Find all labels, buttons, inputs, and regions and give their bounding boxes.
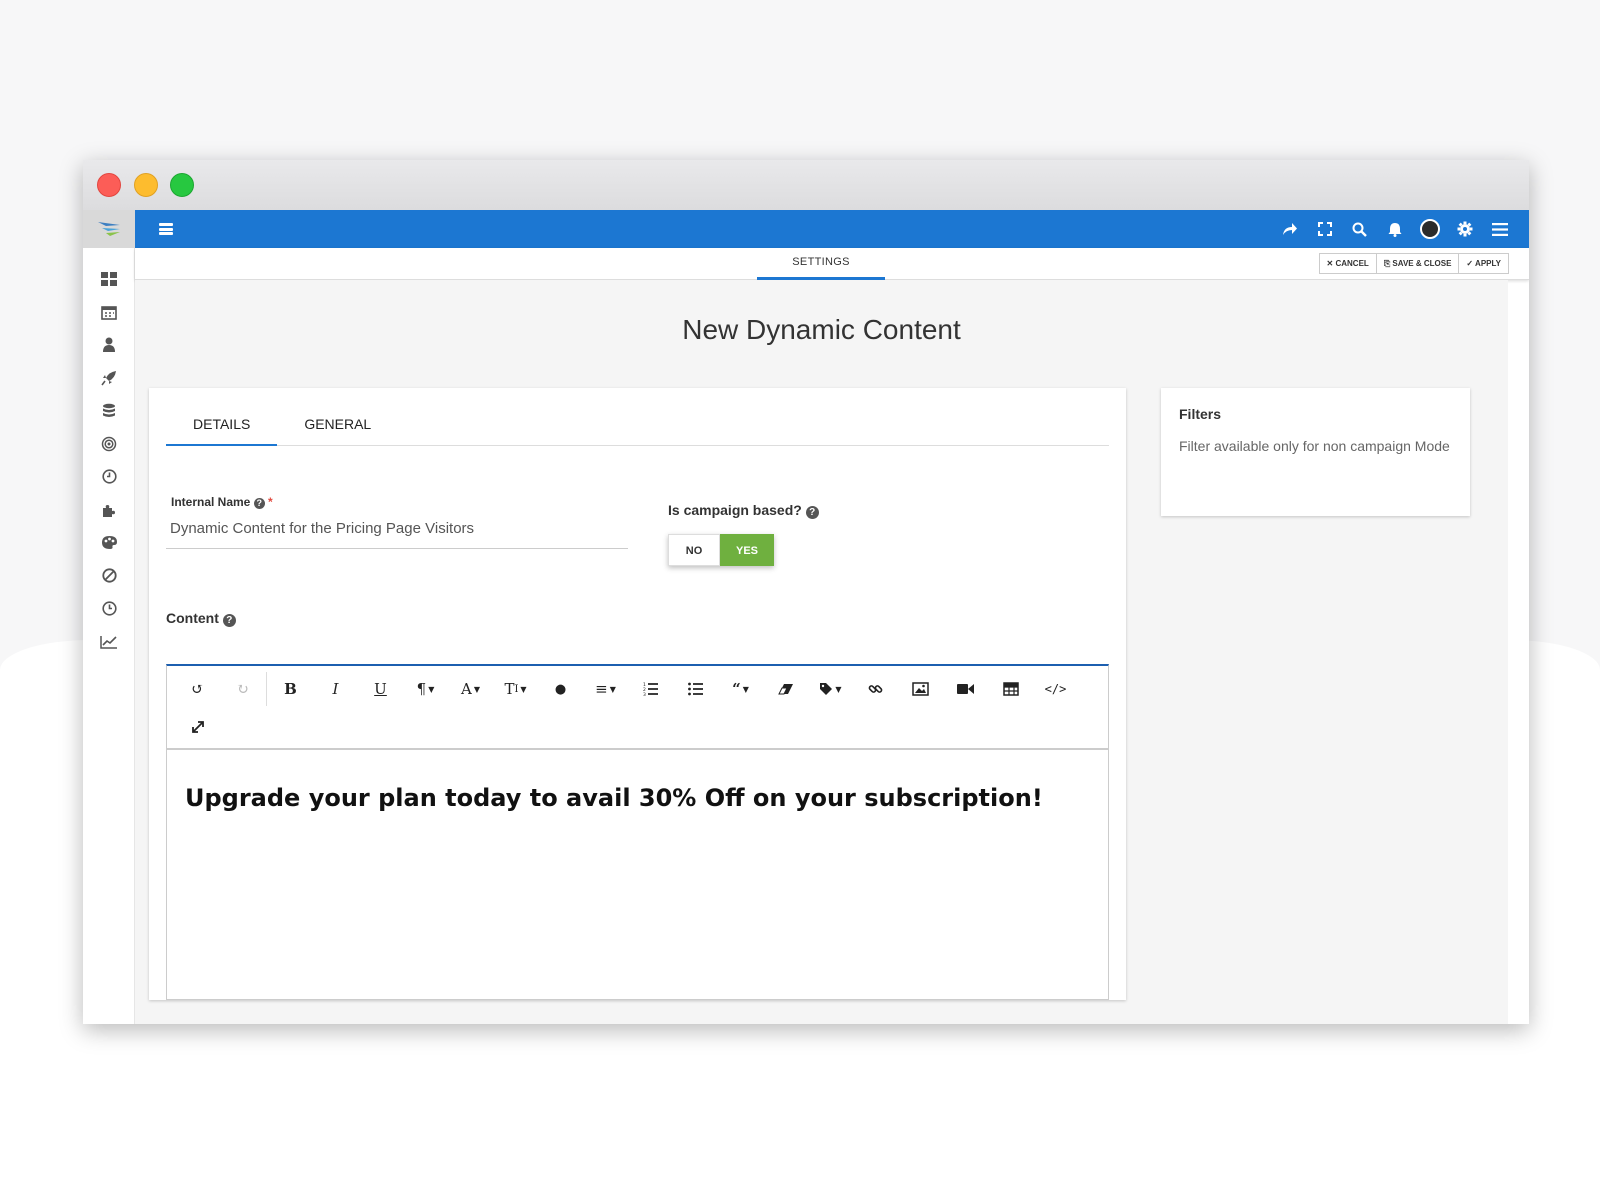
ban-icon[interactable]	[83, 559, 135, 592]
maximize-window-button[interactable]	[170, 173, 194, 197]
eraser-icon[interactable]	[763, 670, 808, 708]
filters-card: Filters Filter available only for non ca…	[1161, 388, 1470, 516]
underline-icon[interactable]: U	[358, 670, 403, 708]
close-window-button[interactable]	[97, 173, 121, 197]
tab-general[interactable]: GENERAL	[277, 408, 398, 446]
tab-details[interactable]: DETAILS	[166, 408, 278, 446]
action-buttons: ✕ CANCEL ⎘ SAVE & CLOSE ✓ APPLY	[1318, 253, 1509, 274]
editor-toolbar: ↺ ↻ B I U ¶ ▼ A ▼ T I ▼ ● ≡ ▼ 123 “ ▼ ▼ …	[167, 666, 1108, 750]
font-size-icon[interactable]: T I ▼	[493, 670, 538, 708]
fullscreen-icon[interactable]	[1307, 210, 1342, 248]
share-icon[interactable]	[1272, 210, 1307, 248]
gear-icon[interactable]	[1447, 210, 1482, 248]
help-icon[interactable]: ?	[222, 614, 236, 627]
main-content: New Dynamic Content DETAILS GENERAL Inte…	[135, 280, 1508, 1024]
editor-content[interactable]: Upgrade your plan today to avail 30% Off…	[167, 750, 1108, 846]
quote-icon[interactable]: “▼	[718, 670, 763, 708]
toggle-no-button[interactable]: NO	[668, 534, 720, 566]
avatar	[1419, 219, 1440, 239]
dashboard-icon[interactable]	[83, 262, 135, 295]
required-marker: *	[268, 495, 273, 509]
help-icon[interactable]: ?	[805, 506, 819, 519]
content-label: Content ?	[166, 610, 236, 627]
image-icon[interactable]	[898, 670, 943, 708]
search-icon[interactable]	[1342, 210, 1377, 248]
details-card: DETAILS GENERAL Internal Name ? * Is cam…	[149, 388, 1126, 1000]
cancel-button[interactable]: ✕ CANCEL	[1318, 253, 1377, 274]
svg-text:3: 3	[643, 692, 646, 696]
app-logo[interactable]	[83, 210, 135, 248]
video-icon[interactable]	[943, 670, 988, 708]
tag-icon[interactable]: ▼	[808, 670, 853, 708]
campaign-toggle: NO YES	[668, 534, 774, 566]
internal-name-label: Internal Name ? *	[171, 495, 273, 509]
bold-icon[interactable]: B	[268, 670, 313, 708]
redo-icon[interactable]: ↻	[220, 670, 265, 708]
internal-name-label-text: Internal Name	[171, 495, 251, 509]
apply-button[interactable]: ✓ APPLY	[1458, 253, 1509, 274]
history-icon[interactable]	[83, 592, 135, 625]
logo-icon	[98, 222, 120, 236]
filters-text: Filter available only for non campaign M…	[1179, 438, 1450, 454]
tab-settings[interactable]: SETTINGS	[757, 248, 885, 280]
toolbar-divider	[266, 672, 267, 706]
rocket-icon[interactable]	[83, 361, 135, 394]
font-family-icon[interactable]: A ▼	[448, 670, 493, 708]
link-icon[interactable]	[853, 670, 898, 708]
puzzle-icon[interactable]	[83, 493, 135, 526]
unordered-list-icon[interactable]	[673, 670, 718, 708]
minimize-window-button[interactable]	[134, 173, 158, 197]
toggle-yes-button[interactable]: YES	[720, 534, 774, 566]
ordered-list-icon[interactable]: 123	[628, 670, 673, 708]
color-drop-icon[interactable]: ●	[538, 670, 583, 708]
user-icon[interactable]	[83, 328, 135, 361]
campaign-label-text: Is campaign based?	[668, 502, 802, 518]
left-sidebar	[83, 210, 135, 1024]
code-view-icon[interactable]: </>	[1033, 670, 1078, 708]
paragraph-icon[interactable]: ¶ ▼	[403, 670, 448, 708]
bell-icon[interactable]	[1377, 210, 1412, 248]
window-titlebar	[83, 160, 1529, 210]
database-icon[interactable]	[83, 394, 135, 427]
menu-icon[interactable]	[1482, 210, 1517, 248]
palette-icon[interactable]	[83, 526, 135, 559]
form-tabs: DETAILS GENERAL	[166, 408, 1109, 446]
internal-name-input[interactable]	[166, 509, 628, 549]
help-icon[interactable]: ?	[253, 498, 265, 509]
user-avatar[interactable]	[1412, 210, 1447, 248]
save-close-button[interactable]: ⎘ SAVE & CLOSE	[1375, 253, 1460, 274]
undo-icon[interactable]: ↺	[175, 670, 220, 708]
filters-title: Filters	[1179, 406, 1222, 422]
expand-icon[interactable]	[175, 708, 220, 746]
align-icon[interactable]: ≡ ▼	[583, 670, 628, 708]
italic-icon[interactable]: I	[313, 670, 358, 708]
page-title: New Dynamic Content	[682, 314, 961, 345]
campaign-label: Is campaign based? ?	[668, 502, 819, 519]
app-window: SETTINGS ✕ CANCEL ⎘ SAVE & CLOSE ✓ APPLY…	[83, 160, 1529, 1024]
calendar-icon[interactable]	[83, 295, 135, 328]
chart-line-icon[interactable]	[83, 625, 135, 658]
target-icon[interactable]	[83, 427, 135, 460]
table-icon[interactable]	[988, 670, 1033, 708]
rich-text-editor: ↺ ↻ B I U ¶ ▼ A ▼ T I ▼ ● ≡ ▼ 123 “ ▼ ▼ …	[166, 664, 1109, 1000]
sub-toolbar: SETTINGS ✕ CANCEL ⎘ SAVE & CLOSE ✓ APPLY	[135, 248, 1529, 280]
top-navbar	[135, 210, 1529, 248]
sidebar-toggle-icon[interactable]	[159, 223, 173, 235]
content-label-text: Content	[166, 610, 219, 626]
clock-icon[interactable]	[83, 460, 135, 493]
